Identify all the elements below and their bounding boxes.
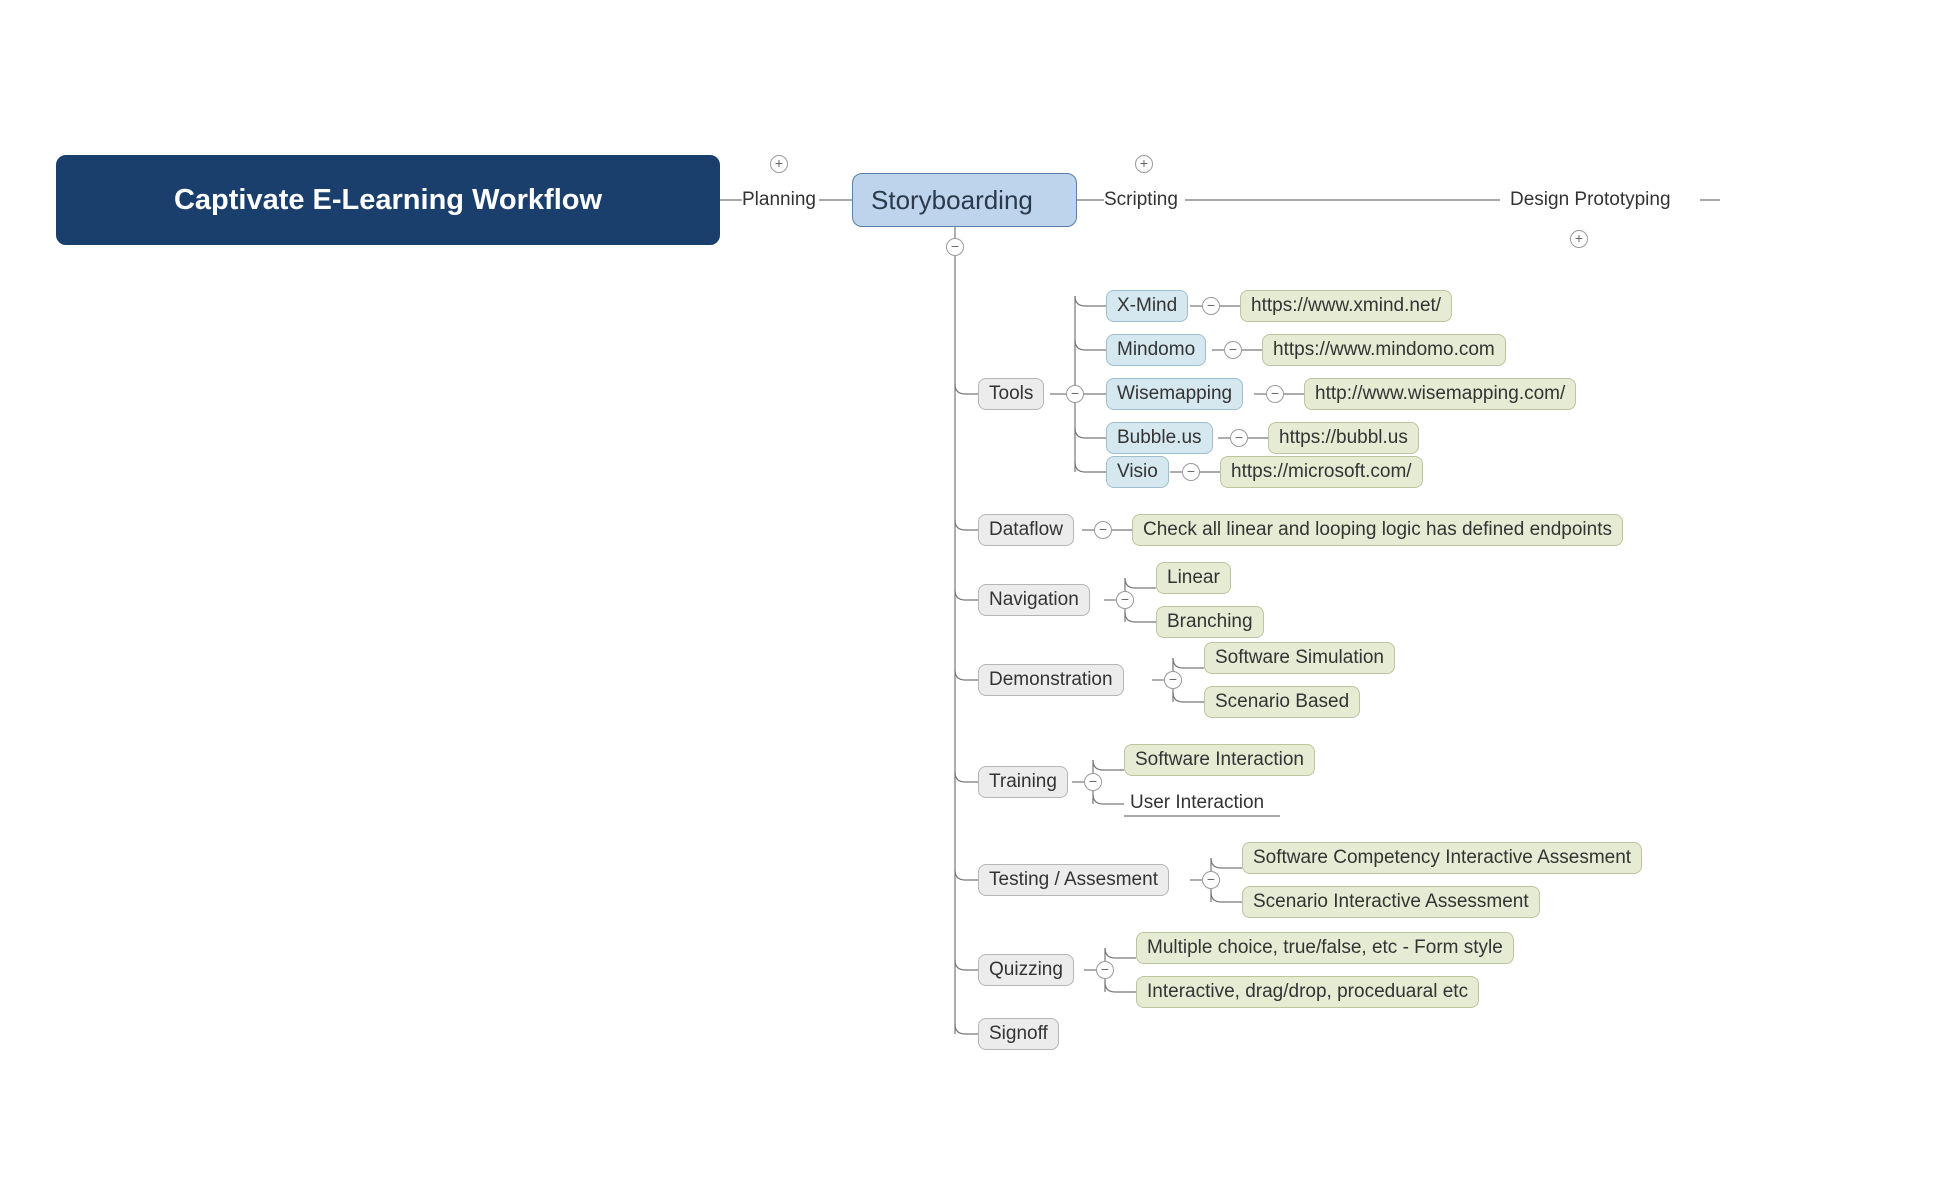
testing-item: Software Competency Interactive Assesmen… [1253,847,1631,869]
tool-url: http://www.wisemapping.com/ [1315,383,1565,405]
quizzing-item: Interactive, drag/drop, proceduaral etc [1147,981,1468,1003]
tool-wisemapping-url[interactable]: http://www.wisemapping.com/ [1304,378,1576,410]
expand-icon[interactable] [770,155,788,173]
tool-url: https://www.xmind.net/ [1251,295,1441,317]
collapse-icon[interactable] [946,238,964,256]
training-node[interactable]: Training [978,766,1068,798]
quizzing-label: Quizzing [989,959,1063,981]
testing-competency[interactable]: Software Competency Interactive Assesmen… [1242,842,1642,874]
quizzing-item: Multiple choice, true/false, etc - Form … [1147,937,1503,959]
demonstration-label: Demonstration [989,669,1113,691]
demonstration-node[interactable]: Demonstration [978,664,1124,696]
root-title: Captivate E-Learning Workflow [174,184,602,217]
stage-design-prototyping-label[interactable]: Design Prototyping [1510,189,1671,211]
collapse-icon[interactable] [1094,521,1112,539]
collapse-icon[interactable] [1066,385,1084,403]
navigation-item: Branching [1167,611,1253,633]
tool-url: https://www.mindomo.com [1273,339,1495,361]
dataflow-label: Dataflow [989,519,1063,541]
expand-icon[interactable] [1135,155,1153,173]
testing-label: Testing / Assesment [989,869,1158,891]
tools-label: Tools [989,383,1033,405]
collapse-icon[interactable] [1224,341,1242,359]
collapse-icon[interactable] [1202,871,1220,889]
stage-planning-label[interactable]: Planning [742,189,816,211]
navigation-item: Linear [1167,567,1220,589]
testing-item: Scenario Interactive Assessment [1253,891,1529,913]
collapse-icon[interactable] [1084,773,1102,791]
navigation-node[interactable]: Navigation [978,584,1090,616]
signoff-label: Signoff [989,1023,1048,1045]
quizzing-node[interactable]: Quizzing [978,954,1074,986]
demonstration-item: Software Simulation [1215,647,1384,669]
tool-name: X-Mind [1117,295,1177,317]
collapse-icon[interactable] [1116,591,1134,609]
tools-node[interactable]: Tools [978,378,1044,410]
training-software-interaction[interactable]: Software Interaction [1124,744,1315,776]
tool-name: Wisemapping [1117,383,1232,405]
stage-storyboarding-node[interactable]: Storyboarding [852,173,1077,227]
dataflow-note[interactable]: Check all linear and looping logic has d… [1132,514,1623,546]
tool-visio[interactable]: Visio [1106,456,1169,488]
tool-xmind-url[interactable]: https://www.xmind.net/ [1240,290,1452,322]
training-label: Training [989,771,1057,793]
demonstration-scenario[interactable]: Scenario Based [1204,686,1360,718]
demonstration-software-sim[interactable]: Software Simulation [1204,642,1395,674]
quizzing-interactive[interactable]: Interactive, drag/drop, proceduaral etc [1136,976,1479,1008]
collapse-icon[interactable] [1230,429,1248,447]
dataflow-note-text: Check all linear and looping logic has d… [1143,519,1612,541]
collapse-icon[interactable] [1182,463,1200,481]
tool-mindomo[interactable]: Mindomo [1106,334,1206,366]
tool-visio-url[interactable]: https://microsoft.com/ [1220,456,1423,488]
collapse-icon[interactable] [1266,385,1284,403]
tool-url: https://bubbl.us [1279,427,1408,449]
navigation-label: Navigation [989,589,1079,611]
navigation-branching[interactable]: Branching [1156,606,1264,638]
testing-scenario[interactable]: Scenario Interactive Assessment [1242,886,1540,918]
testing-node[interactable]: Testing / Assesment [978,864,1169,896]
tool-bubbleus[interactable]: Bubble.us [1106,422,1213,454]
signoff-node[interactable]: Signoff [978,1018,1059,1050]
collapse-icon[interactable] [1202,297,1220,315]
tool-wisemapping[interactable]: Wisemapping [1106,378,1243,410]
collapse-icon[interactable] [1164,671,1182,689]
navigation-linear[interactable]: Linear [1156,562,1231,594]
training-user-interaction[interactable]: User Interaction [1130,792,1264,814]
tool-name: Bubble.us [1117,427,1202,449]
tool-url: https://microsoft.com/ [1231,461,1412,483]
tool-bubbleus-url[interactable]: https://bubbl.us [1268,422,1419,454]
tool-mindomo-url[interactable]: https://www.mindomo.com [1262,334,1506,366]
tool-name: Visio [1117,461,1158,483]
stage-storyboarding-label: Storyboarding [871,185,1033,216]
training-item: Software Interaction [1135,749,1304,771]
expand-icon[interactable] [1570,230,1588,248]
root-node[interactable]: Captivate E-Learning Workflow [56,155,720,245]
tool-name: Mindomo [1117,339,1195,361]
demonstration-item: Scenario Based [1215,691,1349,713]
stage-scripting-label[interactable]: Scripting [1104,189,1178,211]
collapse-icon[interactable] [1096,961,1114,979]
tool-xmind[interactable]: X-Mind [1106,290,1188,322]
dataflow-node[interactable]: Dataflow [978,514,1074,546]
quizzing-forms[interactable]: Multiple choice, true/false, etc - Form … [1136,932,1514,964]
